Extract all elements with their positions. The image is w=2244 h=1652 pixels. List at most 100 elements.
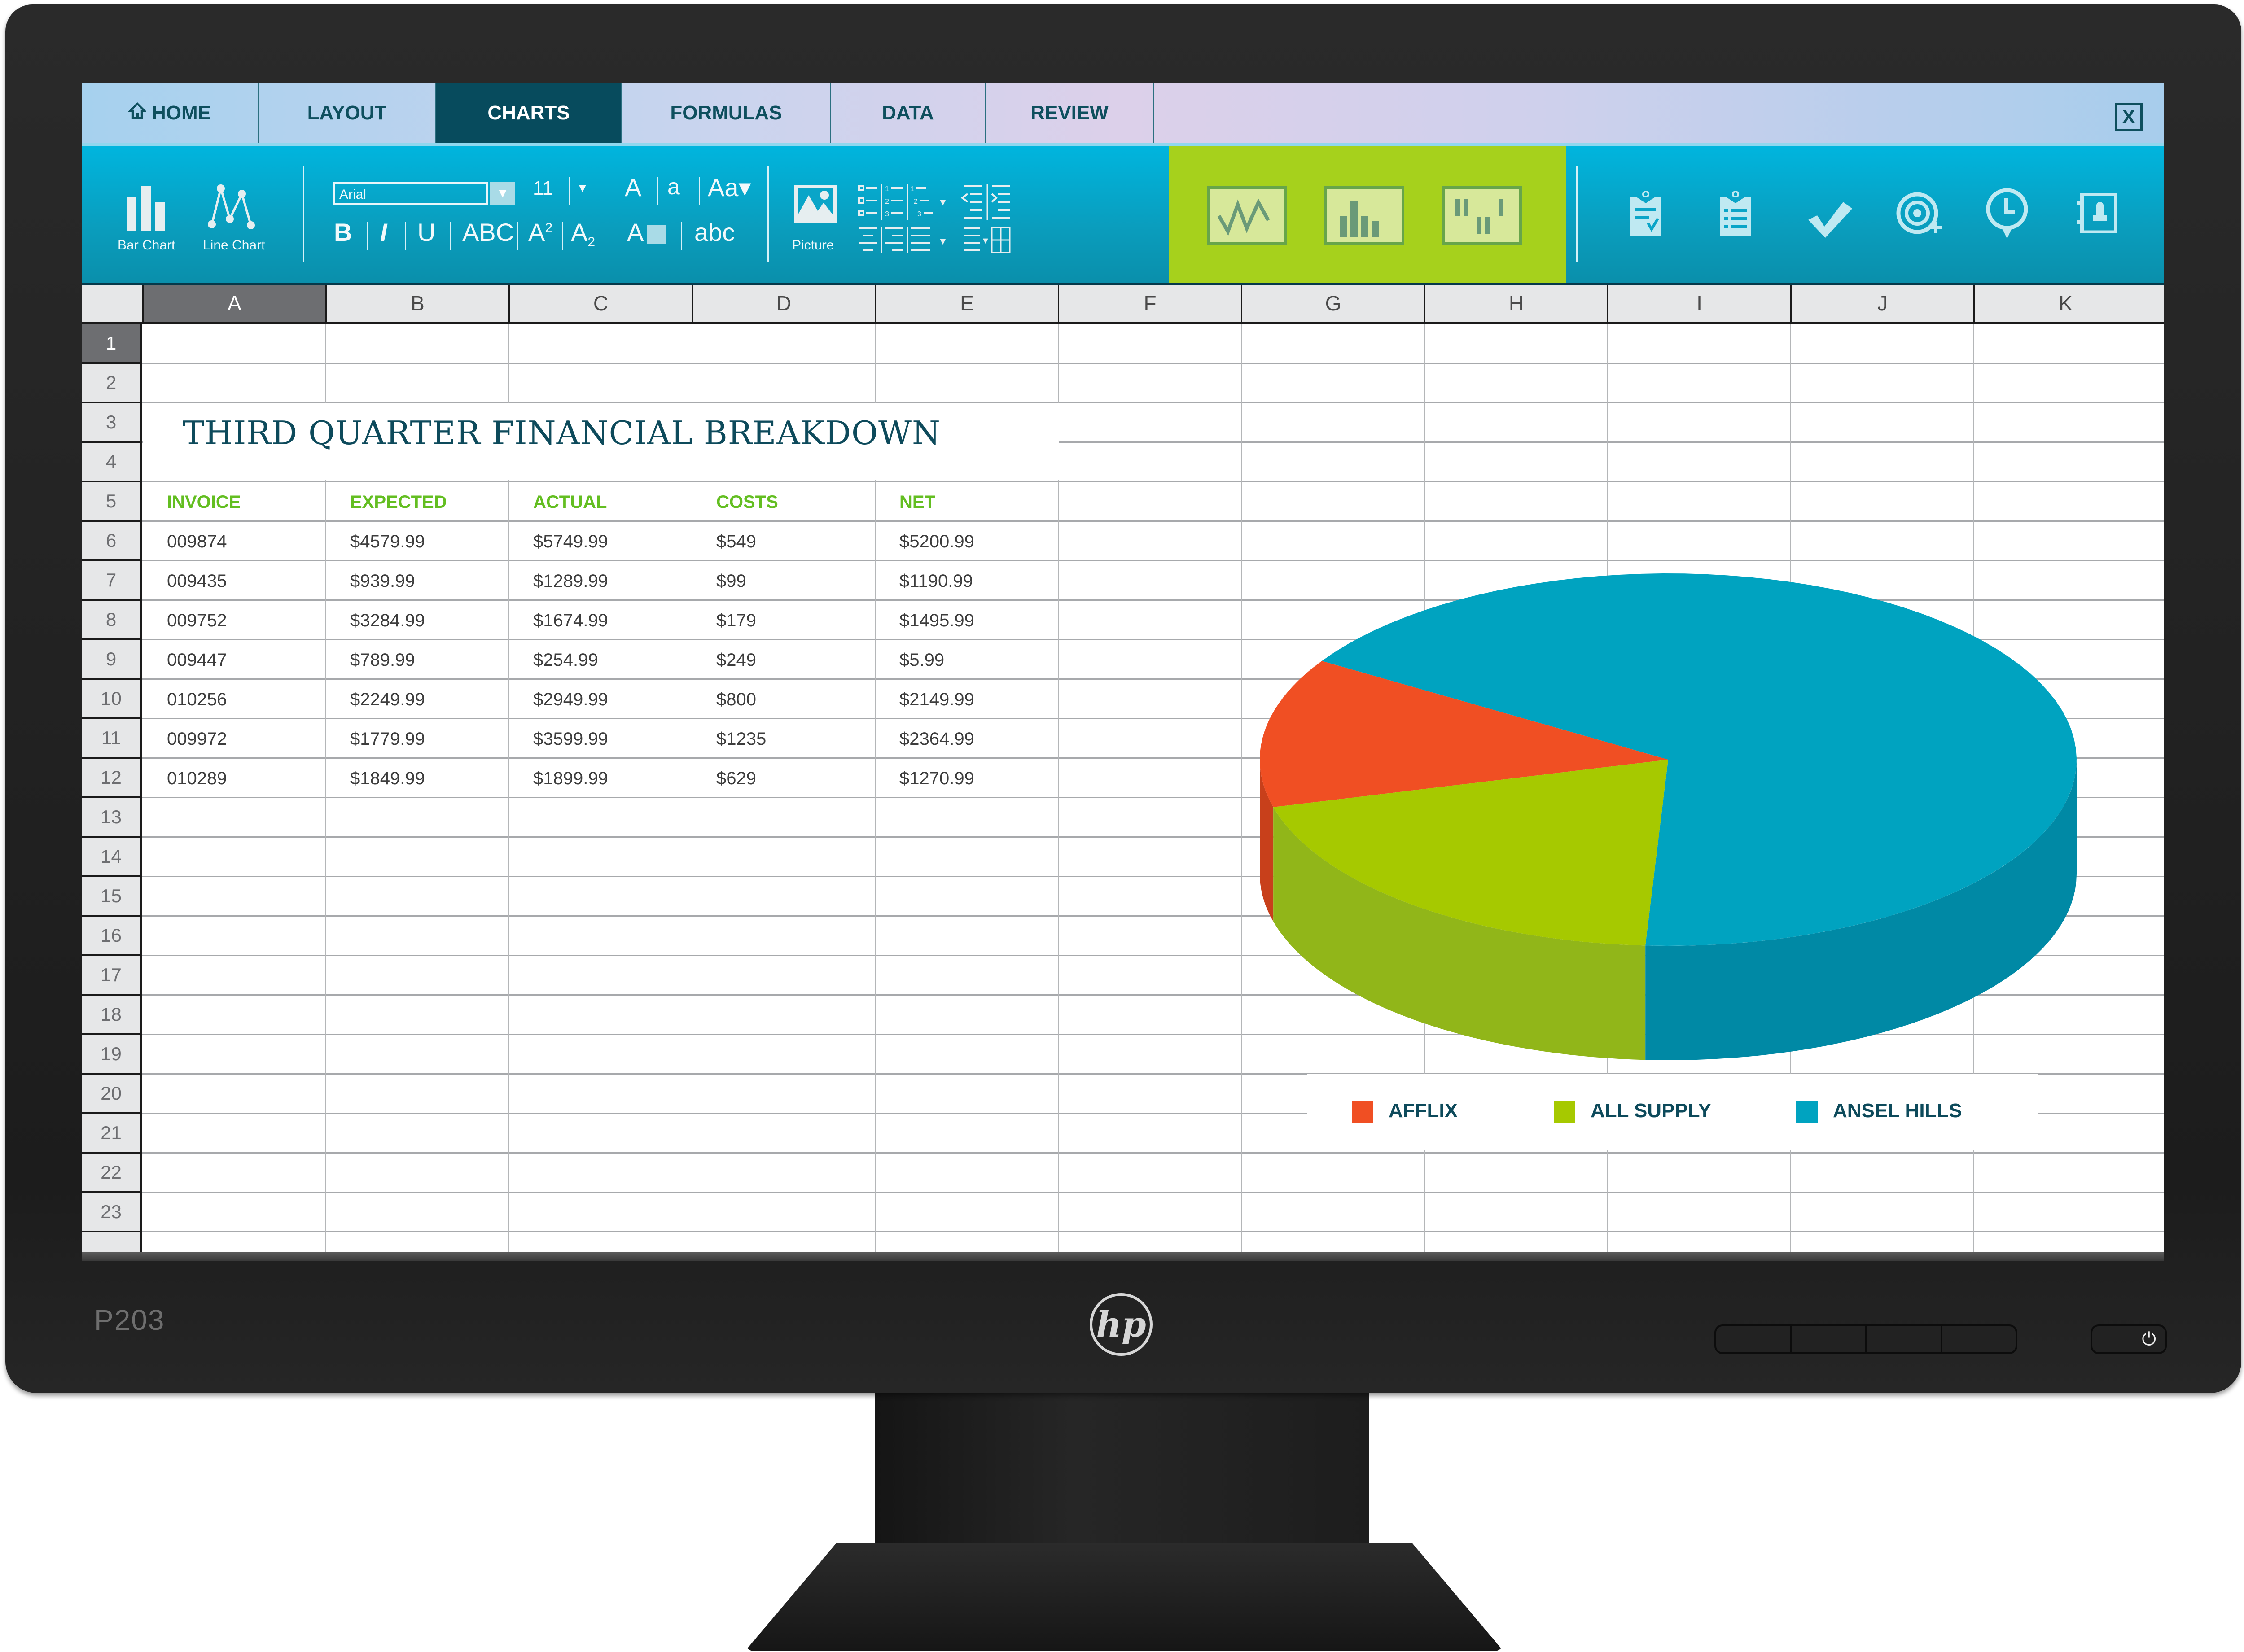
osd-button-3[interactable] <box>1867 1326 1942 1352</box>
row-header-3[interactable]: 3 <box>82 403 140 443</box>
bar-chart-button[interactable] <box>122 186 171 233</box>
column-header-e[interactable]: E <box>875 285 1058 322</box>
close-button[interactable]: X <box>2115 103 2143 131</box>
row-header-23[interactable]: 23 <box>82 1193 140 1232</box>
caps-button[interactable]: ABC <box>462 218 514 247</box>
column-header-j[interactable]: J <box>1790 285 1973 322</box>
table-header-net[interactable]: NET <box>899 492 935 512</box>
underline-button[interactable]: U <box>417 218 435 247</box>
cell-area[interactable]: THIRD QUARTER FINANCIAL BREAKDOWN INVOIC… <box>142 324 2164 1259</box>
row-header-6[interactable]: 6 <box>82 522 140 561</box>
table-cell[interactable]: $2364.99 <box>899 729 974 749</box>
subscript-button[interactable]: A2 <box>571 218 595 250</box>
row-header-8[interactable]: 8 <box>82 601 140 640</box>
row-header-11[interactable]: 11 <box>82 719 140 759</box>
table-cell[interactable]: $5200.99 <box>899 532 974 552</box>
font-size-dropdown-icon[interactable]: ▼ <box>576 181 589 195</box>
font-size-value[interactable]: 11 <box>533 177 553 200</box>
row-header-22[interactable]: 22 <box>82 1154 140 1193</box>
table-cell[interactable]: $179 <box>716 611 756 631</box>
table-cell[interactable]: $1190.99 <box>899 571 973 591</box>
osd-button-1[interactable] <box>1716 1326 1792 1352</box>
table-cell[interactable]: $939.99 <box>350 571 415 591</box>
picture-button[interactable] <box>793 184 838 227</box>
osd-button-strip[interactable] <box>1714 1324 2017 1354</box>
table-header-invoice[interactable]: INVOICE <box>167 492 241 512</box>
line-chart-style-button[interactable] <box>1207 186 1287 245</box>
clipboard-list-button[interactable] <box>1715 191 1756 238</box>
table-header-actual[interactable]: ACTUAL <box>533 492 607 512</box>
line-chart-button[interactable] <box>205 184 259 233</box>
column-header-k[interactable]: K <box>1973 285 2156 322</box>
row-header-9[interactable]: 9 <box>82 640 140 680</box>
table-cell[interactable]: $1495.99 <box>899 611 974 631</box>
legend-label-afflix[interactable]: AFFLIX <box>1389 1100 1458 1122</box>
table-cell[interactable]: 009874 <box>167 532 227 552</box>
table-cell[interactable]: 009972 <box>167 729 227 749</box>
column-header-f[interactable]: F <box>1058 285 1241 322</box>
italic-button[interactable]: I <box>380 218 387 247</box>
bold-button[interactable]: B <box>334 218 352 247</box>
tab-charts[interactable]: CHARTS <box>436 83 622 143</box>
row-header-18[interactable]: 18 <box>82 996 140 1035</box>
table-cell[interactable]: $249 <box>716 650 756 670</box>
table-cell[interactable]: $800 <box>716 690 756 710</box>
superscript-button[interactable]: A2 <box>528 218 552 247</box>
column-chart-style-button[interactable] <box>1324 186 1404 245</box>
grow-font-button[interactable]: A <box>625 173 641 202</box>
row-header-2[interactable]: 2 <box>82 364 140 403</box>
table-cell[interactable]: $5749.99 <box>533 532 608 552</box>
table-cell[interactable]: $1849.99 <box>350 769 425 789</box>
table-cell[interactable]: 010289 <box>167 769 227 789</box>
table-cell[interactable]: $549 <box>716 532 756 552</box>
clock-pin-button[interactable] <box>1985 188 2029 242</box>
font-name-input[interactable]: Arial <box>333 182 488 205</box>
table-cell[interactable]: $3599.99 <box>533 729 608 749</box>
target-add-button[interactable] <box>1895 191 1944 242</box>
row-header-21[interactable]: 21 <box>82 1114 140 1154</box>
row-header-13[interactable]: 13 <box>82 798 140 838</box>
row-header-19[interactable]: 19 <box>82 1035 140 1075</box>
table-cell[interactable]: $5.99 <box>899 650 944 670</box>
row-header-17[interactable]: 17 <box>82 956 140 996</box>
row-header-12[interactable]: 12 <box>82 759 140 798</box>
lowercase-button[interactable]: abc <box>694 218 735 247</box>
row-header-5[interactable]: 5 <box>82 482 140 522</box>
shrink-font-button[interactable]: a <box>667 174 680 200</box>
highlight-button[interactable]: A <box>627 218 666 247</box>
table-cell[interactable]: $2149.99 <box>899 690 974 710</box>
row-header-4[interactable]: 4 <box>82 443 140 482</box>
table-cell[interactable]: $1674.99 <box>533 611 608 631</box>
step-chart-style-button[interactable] <box>1442 186 1522 245</box>
row-header-20[interactable]: 20 <box>82 1075 140 1114</box>
table-cell[interactable]: $1289.99 <box>533 571 608 591</box>
change-case-button[interactable]: Aa▾ <box>708 173 751 202</box>
font-name-dropdown[interactable]: ▼ <box>490 182 515 205</box>
osd-button-2[interactable] <box>1792 1326 1867 1352</box>
table-cell[interactable]: 009435 <box>167 571 227 591</box>
row-header-7[interactable]: 7 <box>82 561 140 601</box>
table-cell[interactable]: $1899.99 <box>533 769 608 789</box>
row-header-15[interactable]: 15 <box>82 877 140 917</box>
pie-chart[interactable] <box>1246 571 2108 1069</box>
table-cell[interactable]: $1270.99 <box>899 769 974 789</box>
table-cell[interactable]: $629 <box>716 769 756 789</box>
table-cell[interactable]: $789.99 <box>350 650 415 670</box>
table-cell[interactable]: $4579.99 <box>350 532 425 552</box>
row-header-16[interactable]: 16 <box>82 917 140 956</box>
table-cell[interactable]: $1235 <box>716 729 766 749</box>
tab-formulas[interactable]: FORMULAS <box>622 83 831 143</box>
table-cell[interactable]: $3284.99 <box>350 611 425 631</box>
osd-button-4[interactable] <box>1942 1326 2016 1352</box>
table-header-costs[interactable]: COSTS <box>716 492 778 512</box>
clipboard-check-button[interactable] <box>1626 191 1666 238</box>
column-header-c[interactable]: C <box>508 285 692 322</box>
table-cell[interactable]: 009447 <box>167 650 227 670</box>
row-header-14[interactable]: 14 <box>82 838 140 877</box>
column-header-a[interactable]: A <box>142 285 325 322</box>
table-cell[interactable]: $2949.99 <box>533 690 608 710</box>
column-header-h[interactable]: H <box>1424 285 1607 322</box>
contact-book-button[interactable] <box>2077 192 2118 236</box>
tab-layout[interactable]: LAYOUT <box>259 83 436 143</box>
row-header-1[interactable]: 1 <box>82 324 140 364</box>
